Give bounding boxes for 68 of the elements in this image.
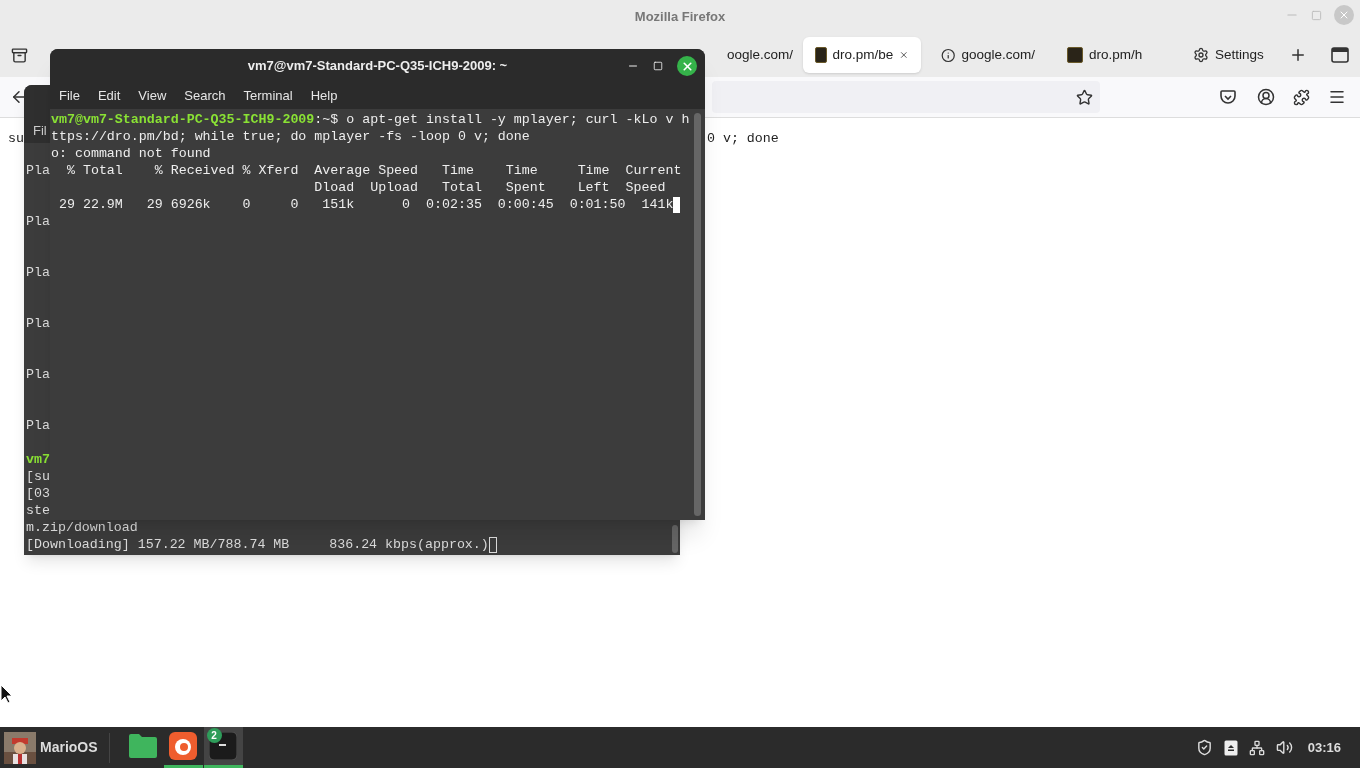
close-button[interactable] [677, 56, 697, 76]
browser-tab[interactable]: Settings [1181, 37, 1281, 73]
terminal-line: 29 22.9M 29 6926k 0 0 151k 0 0:02:35 0:00:45 0:01:50 141k [57, 196, 674, 213]
account-icon[interactable] [1257, 88, 1275, 106]
window-title: vm7@vm7-Standard-PC-Q35-ICH9-2009: ~ [247, 57, 508, 76]
terminal-line: m.zip/download [26, 519, 138, 536]
url-field[interactable] [712, 81, 1100, 113]
terminal-line: Pla [26, 213, 50, 230]
tab-label: google.com/ [961, 45, 1035, 64]
tab-label: dro.pm/h [1089, 45, 1143, 64]
menu-item[interactable]: Terminal [243, 86, 293, 106]
menu-item[interactable]: View [138, 86, 167, 106]
terminal-line: ste [26, 502, 50, 519]
terminal-line: [su [26, 468, 50, 485]
tab-label: dro.pm/be [832, 45, 894, 64]
browser-tab[interactable]: dro.pm/be [803, 37, 921, 73]
browser-tab[interactable]: google.com/ [929, 37, 1047, 73]
menu-item[interactable]: Help [310, 86, 338, 106]
settings-icon [1193, 47, 1209, 63]
browser-tab[interactable]: dro.pm/h [1055, 37, 1173, 73]
terminal-line: Pla [26, 264, 50, 281]
site-favicon-icon [815, 47, 827, 63]
pocket-icon[interactable] [1220, 89, 1236, 105]
menu-label[interactable]: MarioOS [40, 737, 98, 758]
text-cursor [673, 196, 681, 213]
terminal-line: vm7 [26, 451, 50, 468]
terminal-line: Pla [26, 366, 50, 383]
terminal-icon [209, 732, 238, 760]
menu-item[interactable]: File [59, 86, 80, 106]
terminal-line: [03 [26, 485, 50, 502]
close-icon [680, 59, 694, 73]
browser-tab[interactable]: oogle.com/ [715, 37, 795, 73]
page-text: 0 v; done [706, 130, 779, 147]
terminal-line: [Downloading] 157.22 MB/788.74 MB 836.24 kbps(approx.) [26, 536, 489, 553]
terminal-line: Pla [26, 162, 50, 179]
menu-item[interactable]: Fil [33, 121, 47, 141]
firefox-view-icon[interactable] [11, 46, 28, 64]
clock[interactable]: 03:16 [1307, 737, 1341, 758]
terminal-line: % Total % Received % Xferd Average Speed Time Time Time Current [65, 162, 682, 179]
terminal-line: Dload Upload Total Spent Left Speed [313, 179, 666, 196]
shield-icon[interactable] [1195, 739, 1213, 756]
terminal-line: Pla [26, 417, 50, 434]
folder-icon [128, 733, 159, 759]
tab-label: oogle.com/ [727, 45, 794, 64]
terminal-line: vm7@vm7-Standard-PC-Q35-ICH9-2009:~$ o apt-get install -y mplayer; curl -kLo v h [51, 111, 690, 128]
volume-icon[interactable] [1275, 739, 1293, 756]
terminal-line: Pla [26, 315, 50, 332]
terminal-line: o: command not found [51, 145, 211, 162]
scrollbar [672, 525, 678, 553]
extensions-icon[interactable] [1293, 88, 1310, 106]
notification-badge: 2 [206, 728, 222, 743]
tab-label: Settings [1215, 45, 1264, 64]
bookmark-star-icon[interactable] [1076, 88, 1093, 106]
network-icon[interactable] [1248, 739, 1265, 756]
menu-item[interactable]: Search [184, 86, 226, 106]
eject-icon[interactable] [1223, 739, 1238, 756]
window-title: Mozilla Firefox [634, 7, 726, 26]
close-icon [1338, 9, 1350, 21]
tab-list-icon[interactable] [1331, 47, 1349, 63]
site-favicon-icon [1067, 47, 1083, 63]
page-text: su [8, 130, 24, 147]
menu-item[interactable]: Edit [97, 86, 121, 106]
menu-icon[interactable] [1328, 88, 1346, 106]
new-tab-icon[interactable] [1289, 46, 1307, 64]
info-icon [941, 47, 956, 63]
text-cursor [488, 536, 497, 553]
browser-icon [169, 732, 198, 760]
terminal-line: ttps://dro.pm/bd; while true; do mplayer -fs -loop 0 v; done [51, 128, 530, 145]
